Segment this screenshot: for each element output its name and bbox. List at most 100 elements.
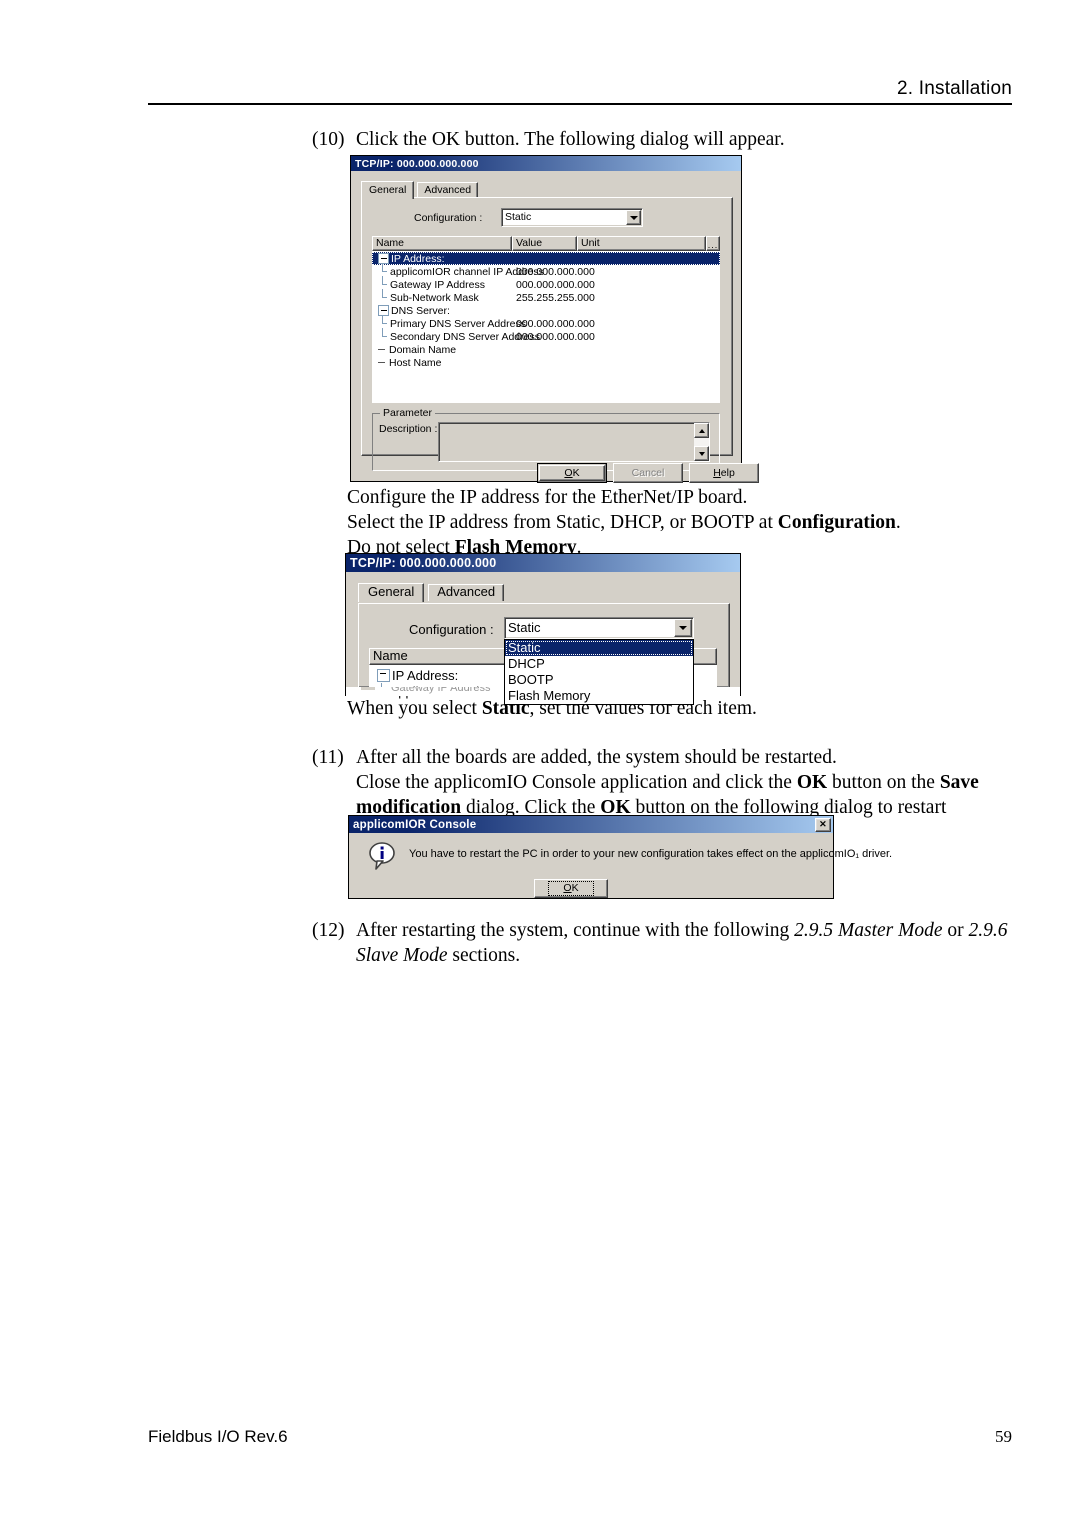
configuration-combo[interactable]: Static (504, 617, 694, 639)
tab-general-label: General (369, 184, 407, 196)
tcpip-dialog[interactable]: TCP/IP: 000.000.000.000 General Advanced… (350, 155, 759, 483)
applicomior-console-messagebox[interactable]: applicomIOR Console ✕ You have to restar… (348, 815, 892, 899)
table-row[interactable]: IP Address: (372, 252, 720, 265)
parameter-tree[interactable]: IP Address: applicomIOR channel IP Addre… (372, 252, 720, 369)
tcpip-tab-page: Configuration : Static Name Value Unit .… (361, 197, 733, 471)
row-value: 000.000.000.000 (516, 265, 595, 278)
step-11-line-2c: button on the (827, 772, 940, 793)
configuration-combo-value[interactable]: Static (501, 208, 643, 227)
slave-mode-section-number: 2.9.6 (968, 920, 1008, 941)
row-value: 255.255.255.000 (516, 291, 595, 304)
scroll-down-icon[interactable] (694, 446, 709, 461)
header-rule (148, 103, 1012, 105)
configuration-combo[interactable]: Static (501, 208, 643, 227)
tcpip-dropdown-tab-page: Configuration : Static Name IP Address: (358, 603, 730, 705)
row-name: Sub-Network Mask (390, 291, 479, 304)
scroll-up-icon[interactable] (694, 423, 709, 438)
dropdown-option-dhcp[interactable]: DHCP (505, 656, 693, 672)
step-12-line-2b: sections. (447, 945, 521, 966)
help-button[interactable]: Help (689, 463, 759, 483)
configure-ip-line-1: Configure the IP address for the EtherNe… (347, 487, 748, 508)
tree-expander-icon[interactable] (377, 668, 390, 682)
tcpip-tabstrip[interactable]: General Advanced (361, 181, 479, 199)
row-name: Domain Name (389, 343, 457, 356)
step-11-line-1: After all the boards are added, the syst… (356, 747, 837, 768)
table-row[interactable]: Host Name (372, 356, 720, 369)
messagebox-message: You have to restart the PC in order to y… (409, 848, 893, 860)
row-value: 000.000.000.000 (516, 330, 595, 343)
slave-mode-reference: Slave Mode (356, 945, 448, 966)
row-value: 000.000.000.000 (516, 278, 595, 291)
chevron-down-icon[interactable] (674, 619, 692, 637)
tab-advanced[interactable]: Advanced (428, 584, 505, 601)
parameter-list-body[interactable]: IP Address: applicomIOR channel IP Addre… (372, 251, 720, 403)
table-row[interactable]: Gateway IP Address 000.000.000.000 (372, 276, 720, 291)
table-row[interactable]: Secondary DNS Server Address 000.000.000… (372, 328, 720, 343)
cancel-button[interactable]: Cancel (613, 463, 683, 483)
tab-general[interactable]: General (361, 181, 415, 199)
row-name: Primary DNS Server Address (390, 317, 526, 330)
dropdown-option-bootp[interactable]: BOOTP (505, 672, 693, 688)
table-row[interactable]: Domain Name (372, 343, 720, 356)
configuration-dropdown-list[interactable]: Static DHCP BOOTP Flash Memory (504, 639, 694, 705)
table-row[interactable]: Primary DNS Server Address 000.000.000.0… (372, 315, 720, 330)
messagebox-ok-label: OK (548, 881, 594, 896)
tree-leaf-icon (378, 345, 387, 354)
ok-emphasis-1: OK (796, 772, 828, 793)
step-12-paragraph: (12) After restarting the system, continu… (312, 918, 1022, 968)
row-name: Host Name (389, 356, 442, 369)
messagebox-title: applicomIOR Console (353, 818, 477, 831)
tcpip-dialog-titlebar: TCP/IP: 000.000.000.000 (351, 156, 741, 171)
close-icon[interactable]: ✕ (815, 817, 831, 832)
messagebox-titlebar: applicomIOR Console ✕ (349, 816, 833, 833)
description-textarea[interactable] (438, 422, 710, 462)
row-name: IP Address: (391, 252, 445, 265)
column-header-name[interactable]: Name (369, 648, 512, 665)
tab-advanced-label: Advanced (437, 584, 496, 599)
column-header-more-button[interactable]: ... (706, 236, 720, 251)
description-scrollbar[interactable] (694, 423, 709, 461)
dropdown-option-flash-memory[interactable]: Flash Memory (505, 688, 693, 704)
row-value: 000.000.000.000 (516, 317, 595, 330)
step-10-paragraph: (10) Click the OK button. The following d… (312, 127, 1012, 152)
cancel-button-label: Cancel (631, 467, 665, 479)
configure-ip-paragraph: Configure the IP address for the EtherNe… (347, 485, 1007, 560)
tcpip-dropdown-tabstrip[interactable]: General Advanced (358, 583, 505, 602)
column-header-name[interactable]: Name (372, 236, 512, 251)
ok-button[interactable]: OK (537, 463, 607, 483)
tcpip-dropdown-client: General Advanced Configuration : Static … (346, 572, 740, 705)
parameter-list-header[interactable]: Name Value Unit ... (372, 236, 720, 251)
tcpip-dialog-client: General Advanced Configuration : Static … (351, 171, 759, 483)
ok-button-label: OK (564, 467, 580, 479)
messagebox-ok-button[interactable]: OK (534, 879, 608, 898)
table-row[interactable]: DNS Server: (372, 304, 720, 317)
master-mode-reference: 2.9.5 Master Mode (794, 920, 943, 941)
dropdown-option-static[interactable]: Static (505, 640, 693, 656)
help-button-label: Help (713, 467, 735, 479)
tcpip-dropdown-titlebar: TCP/IP: 000.000.000.000 (346, 554, 740, 572)
chevron-down-icon[interactable] (626, 210, 641, 225)
table-row[interactable]: applicomIOR channel IP Address 000.000.0… (372, 263, 720, 278)
configuration-combo-value[interactable]: Static (504, 617, 694, 639)
step-10-text: Click the OK button. The following dialo… (356, 129, 785, 150)
step-12-line-1c: or (942, 920, 969, 941)
column-header-unit[interactable]: Unit (577, 236, 706, 251)
scroll-track[interactable] (694, 438, 709, 446)
step-10-number: (10) (312, 129, 345, 150)
tree-expander-icon[interactable] (378, 305, 389, 316)
static-values-line-a: When you select (347, 698, 482, 719)
tcpip-dialog-title: TCP/IP: 000.000.000.000 (355, 157, 479, 170)
tcpip-dropdown-dialog[interactable]: TCP/IP: 000.000.000.000 General Advanced… (345, 553, 741, 705)
page-footer: Fieldbus I/O Rev.6 59 (148, 1427, 1012, 1447)
column-header-value[interactable]: Value (512, 236, 577, 251)
tab-general[interactable]: General (358, 583, 425, 602)
tab-advanced[interactable]: Advanced (417, 182, 479, 198)
tree-line-icon (378, 289, 390, 304)
configuration-label: Configuration : (414, 212, 483, 224)
configuration-label: Configuration : (409, 622, 494, 637)
tree-expander-icon[interactable] (378, 253, 389, 264)
tree-line-icon (378, 276, 390, 291)
table-row[interactable]: Sub-Network Mask 255.255.255.000 (372, 289, 720, 304)
step-12-line-1a: After restarting the system, continue wi… (356, 920, 795, 941)
tree-line-icon (378, 328, 390, 343)
